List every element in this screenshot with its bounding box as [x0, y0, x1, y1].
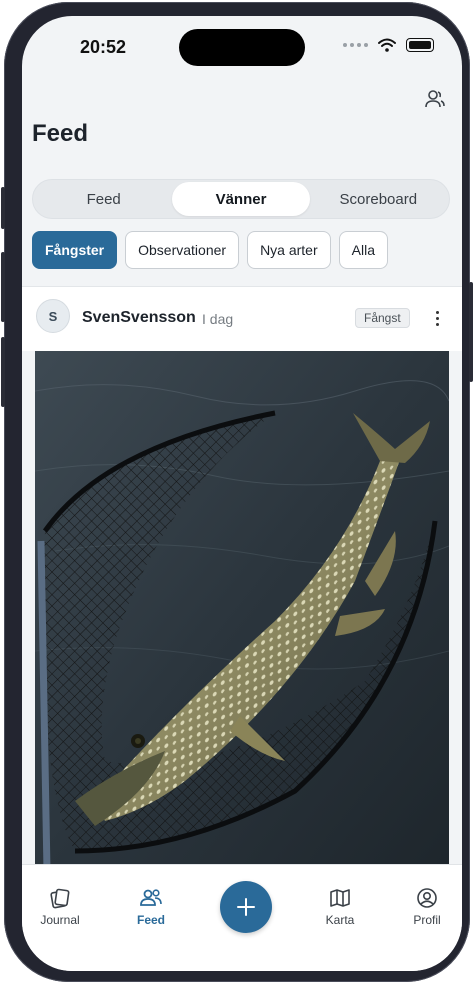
- friends-icon[interactable]: [424, 88, 446, 110]
- tab-profile[interactable]: Profil: [392, 887, 462, 927]
- status-bar: 20:52: [22, 16, 462, 76]
- post-time: I dag: [202, 311, 234, 327]
- battery-icon: [406, 38, 434, 52]
- volume-down-button: [1, 337, 5, 407]
- signal-icon: [343, 43, 368, 47]
- profile-icon: [417, 888, 437, 908]
- tab-map[interactable]: Karta: [305, 887, 375, 927]
- wifi-icon: [378, 38, 396, 52]
- post-type-badge: Fångst: [355, 308, 410, 328]
- filter-observations[interactable]: Observationer: [125, 231, 240, 269]
- plus-icon: [237, 898, 255, 916]
- tab-map-label: Karta: [325, 913, 355, 927]
- filter-all[interactable]: Alla: [338, 231, 388, 269]
- tab-journal[interactable]: Journal: [25, 887, 95, 927]
- page-title: Feed: [32, 120, 89, 147]
- journal-icon: [50, 888, 70, 909]
- dynamic-island: [179, 29, 305, 66]
- filter-new-species[interactable]: Nya arter: [247, 231, 331, 269]
- people-icon: [140, 889, 162, 906]
- tab-profile-label: Profil: [413, 913, 441, 927]
- action-button: [1, 187, 5, 229]
- filter-chips: Fångster Observationer Nya arter Alla: [32, 231, 388, 269]
- add-button[interactable]: [220, 881, 272, 933]
- segment-friends[interactable]: Vänner: [172, 182, 310, 216]
- tab-journal-label: Journal: [40, 913, 80, 927]
- status-icons: [343, 38, 434, 52]
- map-icon: [330, 889, 350, 907]
- segment-feed[interactable]: Feed: [35, 182, 172, 216]
- tab-feed[interactable]: Feed: [116, 887, 186, 927]
- more-options-icon[interactable]: [427, 307, 447, 329]
- power-button: [469, 282, 473, 382]
- filter-catches[interactable]: Fångster: [32, 231, 118, 269]
- avatar[interactable]: S: [36, 299, 70, 333]
- status-time: 20:52: [80, 37, 127, 57]
- phone-frame: 20:52 Feed Feed Vänner Scoreboard Fångst…: [1, 2, 473, 982]
- segment-scoreboard[interactable]: Scoreboard: [310, 182, 447, 216]
- screen: 20:52 Feed Feed Vänner Scoreboard Fångst…: [22, 16, 462, 971]
- post-photo[interactable]: [35, 351, 449, 871]
- post-username[interactable]: SvenSvensson: [82, 309, 196, 327]
- tab-feed-label: Feed: [136, 913, 165, 927]
- post-header: S SvenSvensson I dag Fångst: [22, 286, 462, 351]
- volume-up-button: [1, 252, 5, 322]
- feed-segmented-control: Feed Vänner Scoreboard: [32, 179, 450, 219]
- tab-bar: Journal Feed Karta Profil: [22, 864, 462, 971]
